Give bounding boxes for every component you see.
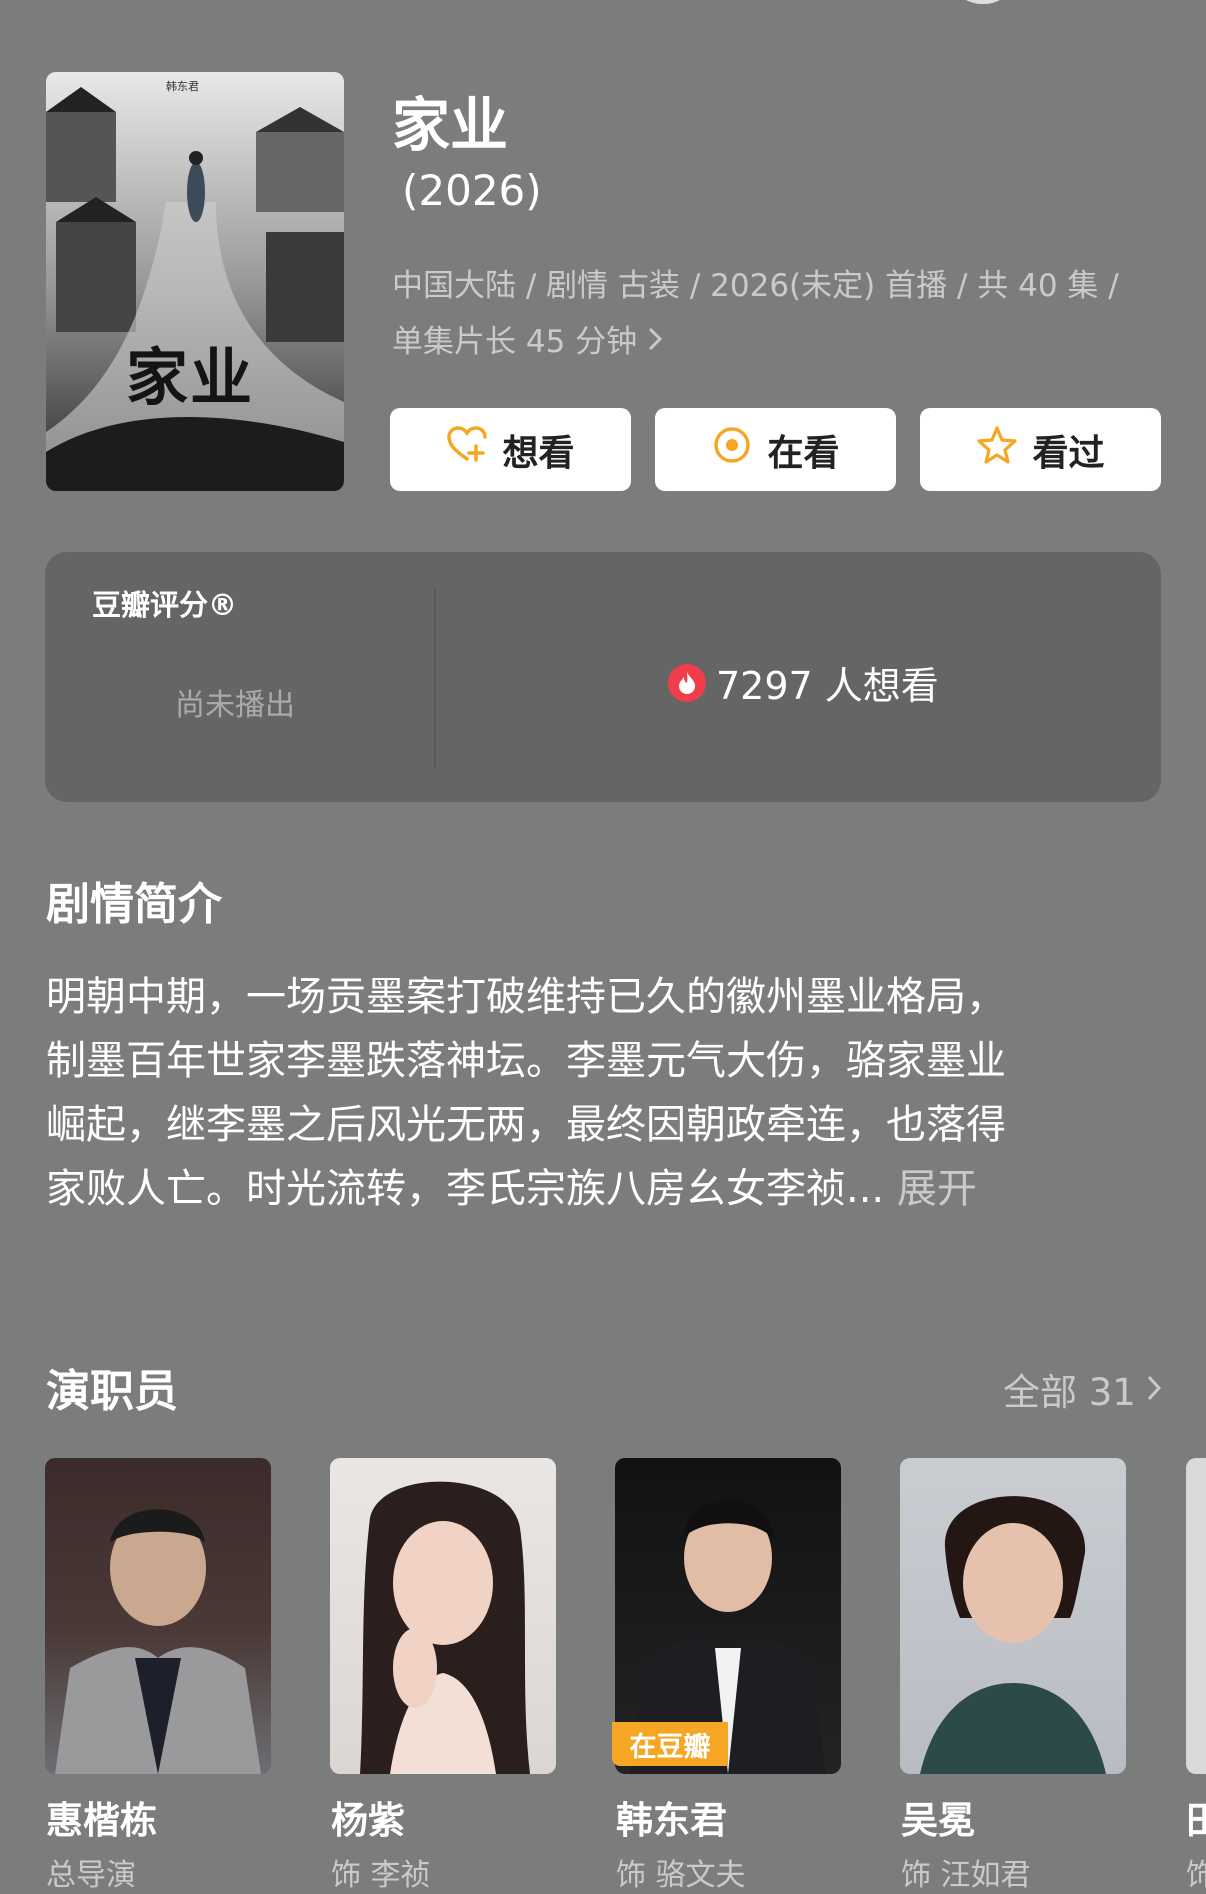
cast-role: 饰 汪如君 [901, 1858, 1031, 1893]
chevron-right-icon [647, 314, 663, 370]
watching-button[interactable]: 在看 [655, 408, 896, 491]
cast-role: 饰 李祯 [331, 1858, 431, 1893]
cast-name[interactable]: 惠楷栋 [46, 1790, 157, 1844]
synopsis-line: 家败人亡。时光流转，李氏宗族八房幺女李祯... 展开 [46, 1157, 1156, 1221]
show-year: (2026) [402, 166, 542, 215]
cast-name[interactable]: 韩东君 [616, 1790, 727, 1844]
cast-name[interactable]: 吴冕 [901, 1790, 975, 1844]
rating-status: 尚未播出 [175, 688, 295, 723]
cast-photo[interactable] [45, 1458, 271, 1774]
chevron-right-icon [1146, 1368, 1162, 1411]
meta-line-1: 中国大陆 / 剧情 古装 / 2026(未定) 首播 / 共 40 集 / [392, 268, 1119, 304]
cast-view-all-link[interactable]: 全部 31 [1003, 1362, 1162, 1416]
synopsis-line: 崛起，继李墨之后风光无两，最终因朝政牵连，也落得 [46, 1102, 1006, 1148]
cast-photo[interactable] [330, 1458, 556, 1774]
watching-label: 在看 [767, 432, 840, 474]
douban-rating-label: 豆瓣评分® [92, 588, 238, 622]
target-icon [711, 424, 753, 475]
cast-photo[interactable] [900, 1458, 1126, 1774]
watched-label: 看过 [1032, 432, 1105, 474]
poster-title: 家业 [126, 341, 255, 414]
synopsis-line: 制墨百年世家李墨跌落神坛。李墨元气大伤，骆家墨业 [46, 1038, 1006, 1084]
heart-plus-icon [446, 424, 488, 475]
rating-divider [434, 588, 436, 768]
meta-line-2: 单集片长 45 分钟 [392, 314, 1172, 370]
flame-icon [668, 663, 706, 702]
want-label: 想看 [502, 432, 575, 474]
show-poster[interactable]: 韩东君 家业 [46, 72, 344, 491]
synopsis-text[interactable]: 明朝中期，一场贡墨案打破维持已久的徽州墨业格局， 制墨百年世家李墨跌落神坛。李墨… [46, 965, 1156, 1221]
want-count-row[interactable]: 7297 人想看 [668, 655, 939, 710]
person-silhouette [360, 1481, 530, 1774]
synopsis-line: 明朝中期，一场贡墨案打破维持已久的徽州墨业格局， [46, 974, 1006, 1020]
plot-section-title: 剧情简介 [46, 879, 222, 930]
cast-role: 总导演 [46, 1858, 136, 1893]
poster-artwork [46, 72, 344, 491]
meta-duration: 单集片长 45 分钟 [392, 324, 638, 360]
expand-link[interactable]: 展开 [897, 1166, 977, 1212]
person-silhouette [920, 1496, 1106, 1774]
watched-button[interactable]: 看过 [920, 408, 1161, 491]
star-icon [976, 424, 1018, 475]
cast-photo-partial[interactable] [1186, 1458, 1206, 1774]
cast-all-label: 全部 31 [1003, 1371, 1136, 1414]
person-silhouette [55, 1509, 261, 1774]
want-count: 7297 人想看 [716, 664, 939, 708]
show-title: 家业 [392, 91, 509, 159]
want-to-watch-button[interactable]: 想看 [390, 408, 631, 491]
poster-credit: 韩东君 [166, 80, 199, 93]
cast-role: 饰 骆文夫 [616, 1858, 746, 1893]
cast-name[interactable]: 杨紫 [331, 1790, 405, 1844]
synopsis-last-line: 家败人亡。时光流转，李氏宗族八房幺女李祯... [46, 1166, 885, 1212]
cast-name[interactable]: 田 [1186, 1790, 1206, 1844]
in-douban-badge: 在豆瓣 [612, 1722, 728, 1766]
show-meta[interactable]: 中国大陆 / 剧情 古装 / 2026(未定) 首播 / 共 40 集 / 单集… [392, 258, 1172, 370]
top-overlay-circle [948, 0, 1018, 4]
cast-section-title: 演职员 [46, 1366, 178, 1417]
cast-role: 饰 [1186, 1858, 1206, 1893]
